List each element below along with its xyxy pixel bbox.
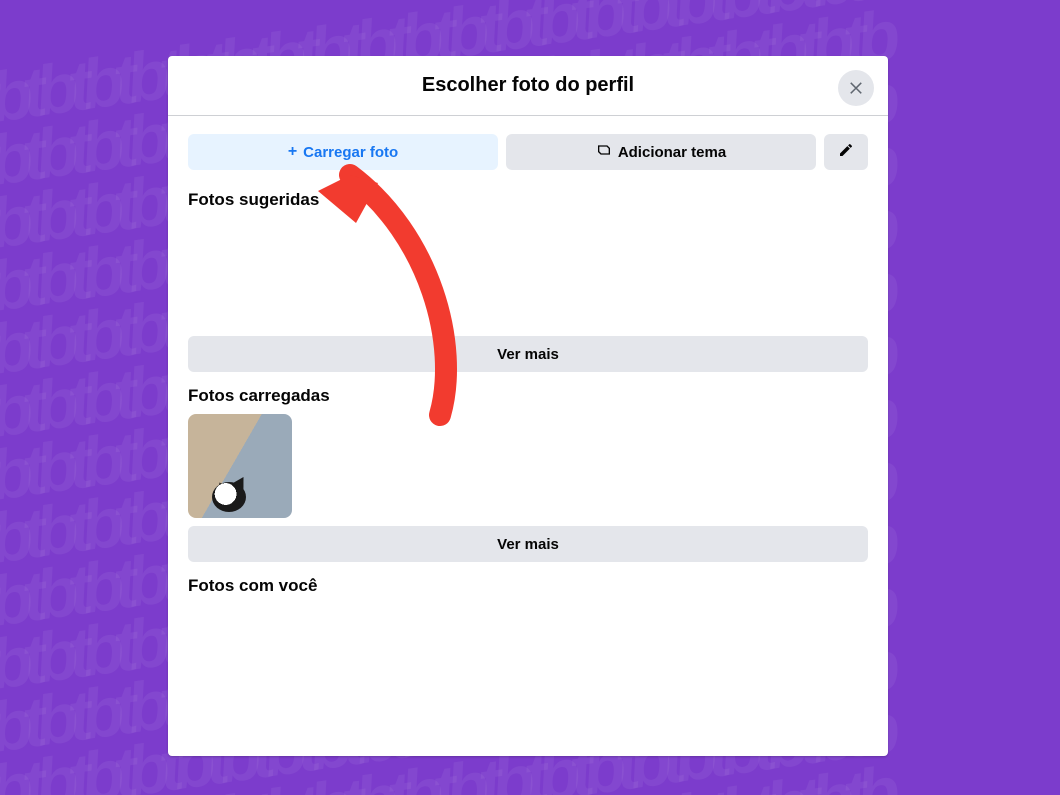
suggested-photos-section: Fotos sugeridas Ver mais [168,176,888,372]
uploaded-photos-section: Fotos carregadas Ver mais [168,372,888,562]
plus-icon: + [288,143,297,161]
frame-icon [596,142,612,162]
suggested-photos-grid [188,218,868,328]
uploaded-photo-thumbnail[interactable] [188,414,292,518]
upload-photo-button[interactable]: + Carregar foto [188,134,498,170]
suggested-heading: Fotos sugeridas [188,190,868,210]
photos-with-you-section: Fotos com você [168,562,888,596]
upload-photo-label: Carregar foto [303,144,398,161]
edit-button[interactable] [824,134,868,170]
modal-header: Escolher foto do perfil [168,56,888,116]
pencil-icon [838,142,854,162]
add-theme-button[interactable]: Adicionar tema [506,134,816,170]
add-theme-label: Adicionar tema [618,144,726,161]
uploaded-heading: Fotos carregadas [188,386,868,406]
close-button[interactable] [838,70,874,106]
see-more-uploaded-button[interactable]: Ver mais [188,526,868,562]
close-icon [847,78,865,99]
modal-actions: + Carregar foto Adicionar tema [168,116,888,176]
profile-photo-modal: Escolher foto do perfil + Carregar foto … [168,56,888,756]
see-more-suggested-button[interactable]: Ver mais [188,336,868,372]
modal-title: Escolher foto do perfil [422,74,634,97]
with-you-heading: Fotos com você [188,576,868,596]
